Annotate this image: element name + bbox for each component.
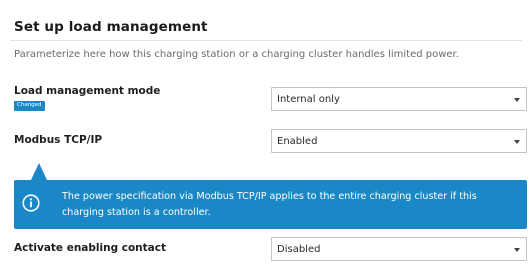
info-pointer — [31, 163, 47, 180]
chevron-down-icon — [514, 140, 520, 144]
section-title: Set up load management — [14, 19, 208, 35]
enabling-contact-label: Activate enabling contact — [14, 242, 166, 254]
enabling-contact-value: Disabled — [277, 244, 321, 255]
section-subtitle: Parameterize here how this charging stat… — [14, 49, 459, 60]
load-management-mode-select[interactable]: Internal only — [271, 87, 527, 111]
chevron-down-icon — [514, 98, 520, 102]
modbus-label: Modbus TCP/IP — [14, 134, 103, 146]
chevron-down-icon — [514, 248, 520, 252]
changed-badge: Changed — [14, 101, 45, 111]
load-management-mode-value: Internal only — [277, 94, 340, 105]
info-icon — [22, 194, 40, 212]
load-management-panel: Set up load management Parameterize here… — [0, 0, 530, 264]
enabling-contact-select[interactable]: Disabled — [271, 237, 527, 261]
modbus-select[interactable]: Enabled — [271, 129, 527, 153]
modbus-value: Enabled — [277, 136, 318, 147]
title-divider — [10, 40, 522, 41]
info-box: The power specification via Modbus TCP/I… — [14, 180, 527, 229]
load-management-mode-label: Load management mode — [14, 85, 161, 97]
info-text: The power specification via Modbus TCP/I… — [62, 191, 477, 218]
